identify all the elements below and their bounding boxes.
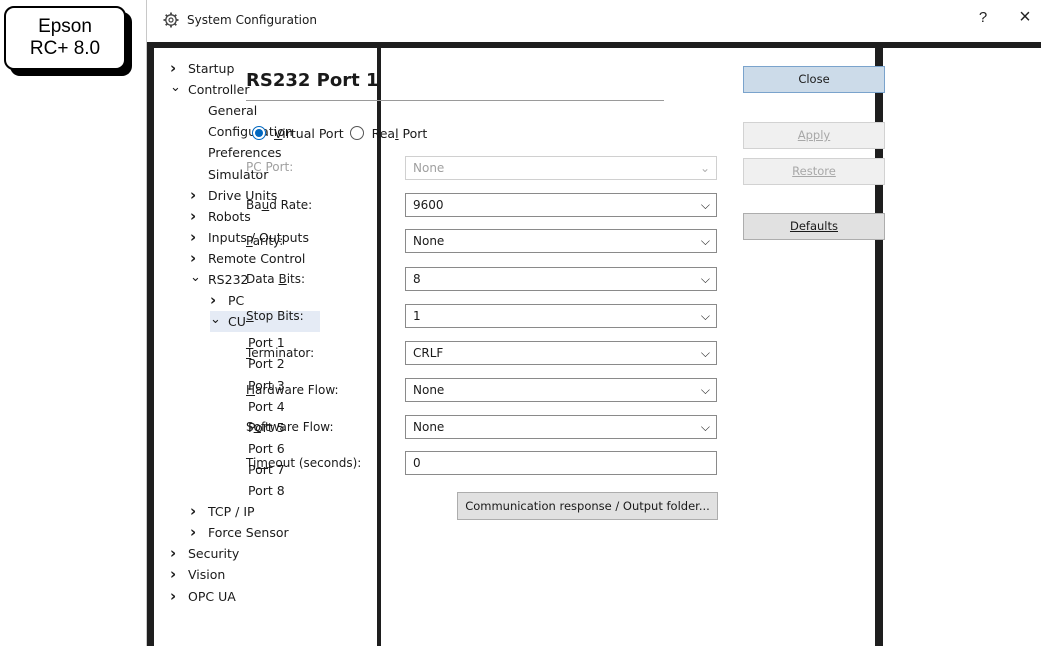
pc-port-select[interactable]: None ⌄ [405,156,717,180]
tree-item-label: TCP / IP [208,504,255,520]
data-bits-label: Data Bits: [246,272,306,286]
hardware-flow-select[interactable]: None ⌵ [405,378,717,402]
close-button[interactable]: Close [743,66,885,93]
virtual-port-radio[interactable] [252,126,266,140]
chevron-down-icon: ⌵ [700,309,710,323]
parity-select[interactable]: None ⌵ [405,229,717,253]
chevron-right-icon[interactable]: › [190,522,208,543]
real-port-radio[interactable] [349,126,364,140]
tree-item-security[interactable]: › Security [170,543,239,564]
title-divider [246,100,664,101]
badge-line-2: RC+ 8.0 [29,38,101,59]
stop-bits-label: Stop Bits: [246,309,304,323]
tree-item-label: RS232 [208,272,249,287]
chevron-down-icon: ⌵ [700,420,710,434]
chevron-right-icon[interactable]: › [190,227,208,248]
tree-item-label: Robots [208,208,251,224]
tree-item-label: Port 6 [248,440,285,456]
data-bits-select[interactable]: 8 ⌵ [405,267,717,291]
chevron-right-icon[interactable]: › [190,185,208,206]
software-flow-label: Software Flow: [246,420,334,434]
tree-item-force-sensor[interactable]: › Force Sensor [190,522,289,543]
parity-label: Parity: [246,234,284,248]
tree-item-controller[interactable]: ⌄ Controller [170,79,250,100]
tree-item-label: Security [188,546,240,562]
apply-button[interactable]: Apply [743,122,885,149]
port-type-radio-group: Virtual Port Real Port [252,124,433,142]
tree-item-robots[interactable]: › Robots [190,206,251,227]
baud-rate-label: Baud Rate: [246,198,313,212]
chevron-right-icon[interactable]: › [170,586,188,607]
tree-item-label: Vision [188,567,226,583]
communication-response-button[interactable]: Communication response / Output folder..… [457,492,718,520]
window-title: System Configuration [187,13,317,27]
epson-badge: Epson RC+ 8.0 [4,6,132,76]
hardware-flow-label: Hardware Flow: [246,383,339,397]
badge-line-1: Epson [38,16,92,37]
terminator-label: Terminator: [246,346,315,360]
tree-item-label: OPC UA [188,588,236,604]
defaults-button[interactable]: Defaults [743,213,885,240]
chevron-down-icon: ⌵ [700,234,710,248]
virtual-port-label[interactable]: Virtual Port [274,126,344,141]
real-port-label[interactable]: Real Port [372,126,428,141]
tree-item-label: Controller [188,82,250,98]
tree-item-general[interactable]: General [208,100,257,121]
chevron-down-icon: ⌵ [700,383,710,397]
tree-item-port-8[interactable]: Port 8 [248,480,285,501]
chevron-right-icon[interactable]: › [170,58,188,79]
tree-item-port-4[interactable]: Port 4 [248,396,285,417]
chevron-down-icon[interactable]: ⌄ [170,77,188,98]
gear-icon [163,12,179,28]
terminator-select[interactable]: CRLF ⌵ [405,341,717,365]
tree-item-rs232[interactable]: ⌄ RS232 [190,269,248,290]
chevron-down-icon: ⌄ [699,161,710,175]
chevron-down-icon: ⌵ [700,198,710,212]
chevron-right-icon[interactable]: › [170,543,188,564]
chevron-right-icon[interactable]: › [170,564,188,585]
tree-item-pc[interactable]: › PC [210,290,244,311]
chevron-down-icon[interactable]: ⌄ [210,309,228,330]
help-button[interactable]: ? [973,9,993,26]
software-flow-select[interactable]: None ⌵ [405,415,717,439]
chevron-right-icon[interactable]: › [190,501,208,522]
chevron-right-icon[interactable]: › [210,290,228,311]
badge-box: Epson RC+ 8.0 [4,6,126,70]
chevron-down-icon[interactable]: ⌄ [190,267,208,288]
stop-bits-select[interactable]: 1 ⌵ [405,304,717,328]
tree-item-label: Port 4 [248,398,285,414]
chevron-down-icon: ⌵ [700,272,710,286]
tree-item-startup[interactable]: › Startup [170,58,234,79]
pc-port-label: PC Port: [246,160,294,174]
title-bar: System Configuration ? × [147,0,1041,42]
tree-item-label: Port 8 [248,483,285,498]
tree-item-opc-ua[interactable]: › OPC UA [170,586,236,607]
tree-item-label: Remote Control [208,250,306,266]
chevron-right-icon[interactable]: › [190,248,208,269]
restore-button[interactable]: Restore [743,158,885,185]
tree-item-label: Preferences [208,145,282,161]
timeout-input[interactable]: 0 [405,451,717,475]
tree-item-remote-control[interactable]: › Remote Control [190,248,305,269]
tree-item-vision[interactable]: › Vision [170,564,225,585]
tree-item-label: CU [228,314,246,330]
chevron-down-icon: ⌵ [700,346,710,360]
tree-item-label: PC [228,293,245,309]
timeout-label: Timeout (seconds): [246,456,362,470]
chevron-right-icon[interactable]: › [190,206,208,227]
tree-item-tcp-ip[interactable]: › TCP / IP [190,501,255,522]
close-window-button[interactable]: × [1013,6,1037,29]
tree-item-label: General [208,103,258,119]
tree-item-label: Startup [188,61,235,76]
button-pane [883,48,1041,646]
page-title: RS232 Port 1 [246,70,379,91]
tree-item-label: Force Sensor [208,525,289,541]
baud-rate-select[interactable]: 9600 ⌵ [405,193,717,217]
